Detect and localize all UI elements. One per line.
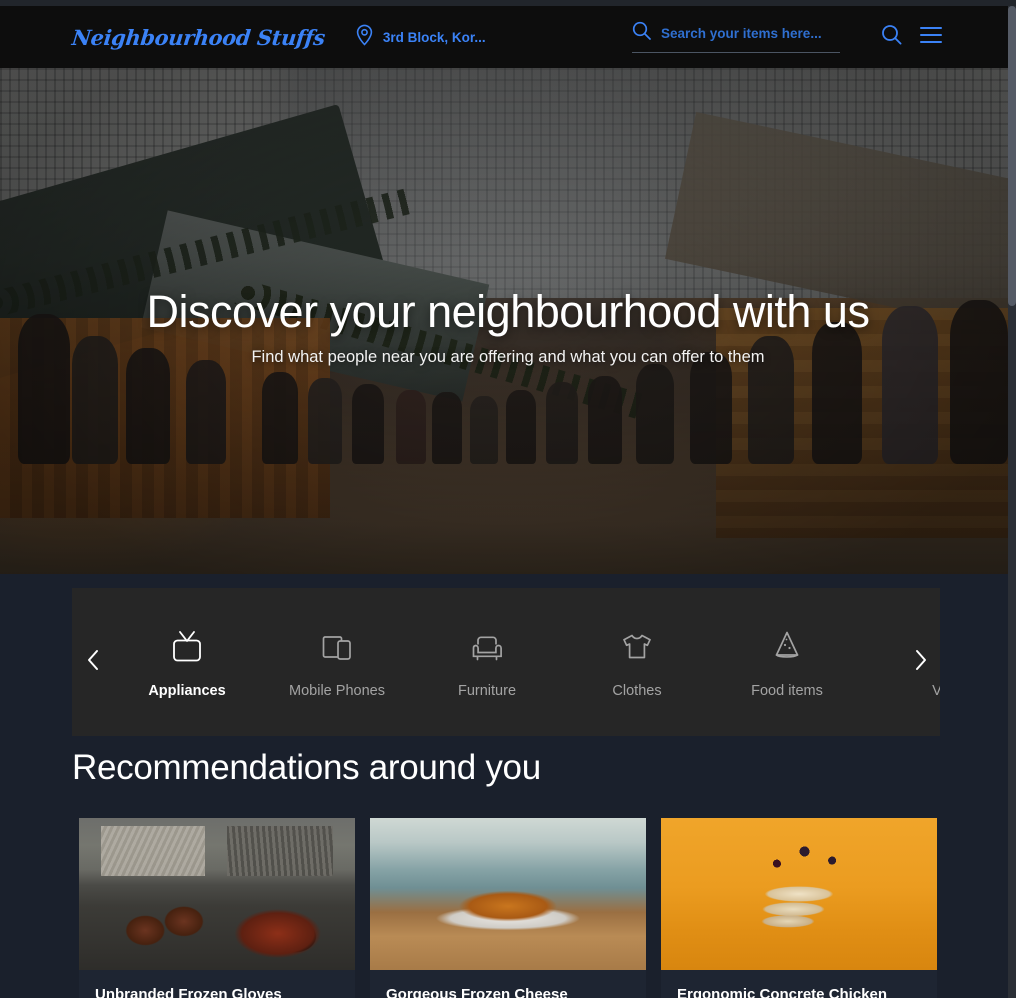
armchair-icon: [467, 626, 507, 668]
search-field-wrapper[interactable]: [632, 21, 840, 53]
product-image-detail: [227, 826, 333, 876]
category-label: Appliances: [148, 682, 226, 699]
scrollbar-thumb[interactable]: [1008, 6, 1016, 306]
carousel-next-button[interactable]: [906, 643, 936, 681]
product-card[interactable]: Ergonomic Concrete Chicken: [661, 818, 937, 998]
category-label: Clothes: [612, 682, 662, 699]
navbar-right-group: [632, 6, 1016, 68]
product-card-body: Ergonomic Concrete Chicken: [661, 970, 937, 998]
pizza-slice-icon: [767, 626, 807, 668]
category-item-food-items[interactable]: Food items: [712, 588, 862, 736]
category-track: Appliances Mobile Phones Furniture Cloth…: [112, 588, 940, 736]
chevron-left-icon: [86, 649, 100, 676]
menu-button[interactable]: [918, 24, 944, 50]
category-item-appliances[interactable]: Appliances: [112, 588, 262, 736]
product-card[interactable]: Gorgeous Frozen Cheese: [370, 818, 646, 998]
carousel-prev-button[interactable]: [78, 643, 108, 681]
category-label: Food items: [751, 682, 823, 699]
search-button[interactable]: [878, 24, 904, 50]
category-item-mobile-phones[interactable]: Mobile Phones: [262, 588, 412, 736]
search-icon: [632, 21, 651, 45]
category-label: V: [932, 682, 940, 699]
brand-group: Neighbourhood Stuffs 3rd Block, Kor...: [71, 24, 486, 51]
category-item-clothes[interactable]: Clothes: [562, 588, 712, 736]
category-label: Furniture: [457, 682, 517, 699]
product-card-body: Gorgeous Frozen Cheese: [370, 970, 646, 998]
product-card-body: Unbranded Frozen Gloves: [79, 970, 355, 998]
television-icon: [167, 626, 207, 668]
page-scrollbar[interactable]: [1008, 6, 1016, 998]
product-card[interactable]: Unbranded Frozen Gloves: [79, 818, 355, 998]
location-selector[interactable]: 3rd Block, Kor...: [355, 24, 486, 51]
tablet-phone-icon: [317, 626, 357, 668]
site-logo[interactable]: Neighbourhood Stuffs: [71, 25, 326, 50]
product-title: Gorgeous Frozen Cheese: [386, 986, 568, 998]
product-image: [79, 818, 355, 970]
category-carousel: Appliances Mobile Phones Furniture Cloth…: [72, 588, 940, 736]
recommendations-list: Unbranded Frozen Gloves Gorgeous Frozen …: [79, 818, 939, 998]
page-root: Neighbourhood Stuffs 3rd Block, Kor... S…: [0, 0, 1016, 998]
navbar: Neighbourhood Stuffs 3rd Block, Kor...: [0, 6, 1016, 68]
product-image: [370, 818, 646, 970]
product-title: Ergonomic Concrete Chicken: [677, 986, 888, 998]
search-icon: [881, 24, 902, 50]
hero-subtitle: Find what people near you are offering a…: [251, 348, 765, 366]
recommendations-heading: Recommendations around you: [72, 748, 541, 787]
hero-banner: Discover your neighbourhood with us Find…: [0, 68, 1016, 574]
map-pin-icon: [355, 24, 374, 51]
category-label: Mobile Phones: [289, 682, 385, 699]
search-input[interactable]: [661, 25, 829, 41]
product-image: [661, 818, 937, 970]
product-title: Unbranded Frozen Gloves: [95, 986, 282, 998]
product-image-detail: [101, 826, 205, 876]
hero-title: Discover your neighbourhood with us: [146, 286, 870, 337]
location-label: 3rd Block, Kor...: [382, 29, 486, 45]
hamburger-menu-icon: [920, 26, 942, 49]
tshirt-icon: [617, 626, 657, 668]
chevron-right-icon: [914, 649, 928, 676]
category-item-furniture[interactable]: Furniture: [412, 588, 562, 736]
